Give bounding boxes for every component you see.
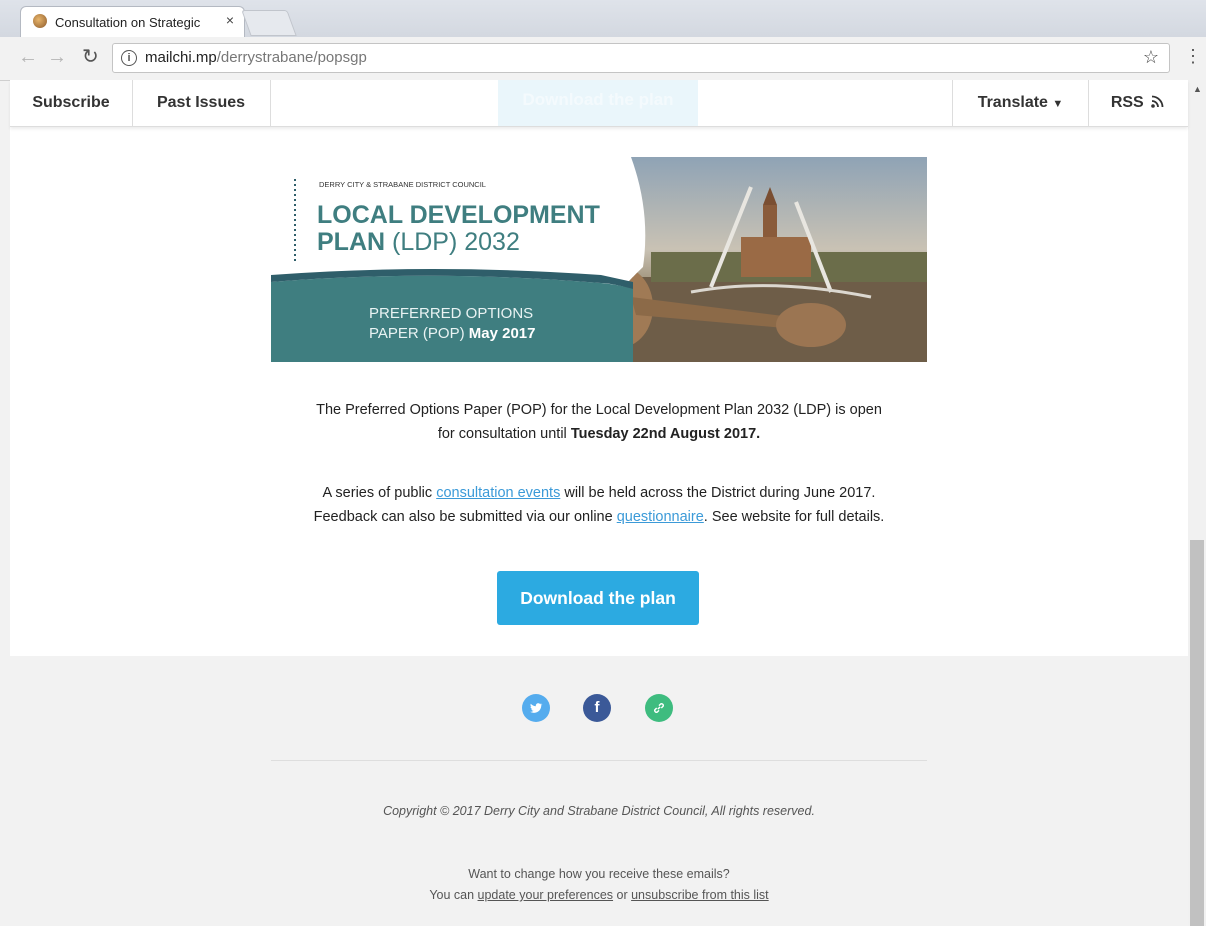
preferences-question: Want to change how you receive these ema… (468, 867, 730, 881)
tab-title: Consultation on Strategic (55, 15, 201, 30)
browser-toolbar: ← → ↻ i mailchi.mp/derrystrabane/popsgp … (0, 37, 1206, 81)
intro-paragraph: The Preferred Options Paper (POP) for th… (10, 398, 1188, 446)
deadline-date: Tuesday 22nd August 2017. (570, 426, 761, 442)
forward-icon[interactable]: → (47, 46, 67, 68)
link-icon[interactable] (645, 694, 673, 722)
events-paragraph: A series of public consultation events w… (10, 481, 1188, 529)
banner-pop-line2: PAPER (POP) May 2017 (369, 325, 535, 342)
reload-icon[interactable]: ↻ (82, 46, 99, 68)
info-icon[interactable]: i (121, 50, 137, 66)
copyright-text: Copyright © 2017 Derry City and Strabane… (383, 804, 815, 818)
para2-text-b: will be held across the District during … (560, 485, 876, 501)
twitter-bird-icon (530, 703, 543, 713)
archive-navbar: Subscribe Past Issues Download the plan … (10, 80, 1188, 127)
caret-down-icon: ▼ (1052, 98, 1064, 110)
tab-close-icon[interactable]: × (226, 12, 234, 28)
download-plan-button[interactable]: Download the plan (497, 571, 699, 625)
ldp-banner-image: DERRY CITY & STRABANE DISTRICT COUNCIL L… (271, 157, 927, 362)
download-button-ghost: Download the plan (498, 80, 698, 126)
chain-link-icon (654, 703, 664, 713)
twitter-icon[interactable] (522, 694, 550, 722)
para2-text-a: A series of public (322, 485, 437, 501)
banner-line2: PLAN (LDP) 2032 (317, 228, 520, 256)
mailchimp-favicon-icon (33, 14, 47, 28)
scrollbar[interactable]: ▲ (1188, 80, 1206, 926)
tab-strip: Consultation on Strategic × (0, 0, 1206, 37)
banner-pop-line1: PREFERRED OPTIONS (369, 305, 533, 322)
email-footer: f Copyright © 2017 Derry City and Straba… (10, 656, 1188, 926)
rss-icon (1151, 95, 1164, 108)
url-host: mailchi.mp (145, 49, 217, 66)
banner-line1: LOCAL DEVELOPMENT (317, 201, 600, 229)
unsubscribe-link[interactable]: unsubscribe from this list (631, 888, 769, 902)
para2-text-c: Feedback can also be submitted via our o… (313, 509, 617, 525)
menu-icon[interactable]: ⋮ (1184, 46, 1202, 67)
rss-label: RSS (1110, 94, 1144, 111)
banner-council: DERRY CITY & STRABANE DISTRICT COUNCIL (319, 180, 486, 189)
url-text[interactable]: mailchi.mp/derrystrabane/popsgp (145, 49, 367, 66)
scroll-up-arrow-icon[interactable]: ▲ (1193, 84, 1202, 94)
browser-tab[interactable]: Consultation on Strategic × (20, 6, 245, 37)
url-path: /derrystrabane/popsgp (216, 49, 367, 66)
consultation-events-link[interactable]: consultation events (436, 485, 560, 501)
footer-divider (271, 760, 927, 761)
email-body: DERRY CITY & STRABANE DISTRICT COUNCIL L… (10, 126, 1188, 656)
questionnaire-link[interactable]: questionnaire (617, 509, 704, 525)
para1-line1: The Preferred Options Paper (POP) for th… (316, 402, 882, 418)
facebook-icon[interactable]: f (583, 694, 611, 722)
para1-line2: for consultation until (437, 426, 571, 442)
rss-link[interactable]: RSS (1087, 80, 1188, 126)
scrollbar-thumb[interactable] (1190, 540, 1204, 926)
update-preferences-link[interactable]: update your preferences (478, 888, 614, 902)
preferences-links: You can update your preferences or unsub… (10, 888, 1188, 902)
translate-label: Translate (977, 94, 1048, 111)
pref-text-a: You can (429, 888, 478, 902)
back-icon[interactable]: ← (18, 46, 38, 68)
star-icon[interactable]: ☆ (1143, 47, 1159, 68)
address-bar[interactable]: i mailchi.mp/derrystrabane/popsgp ☆ (112, 43, 1170, 73)
subscribe-link[interactable]: Subscribe (10, 80, 133, 126)
pref-text-b: or (613, 888, 632, 902)
para2-text-d: . See website for full details. (703, 509, 885, 525)
new-tab-button[interactable] (241, 10, 297, 36)
past-issues-link[interactable]: Past Issues (132, 80, 271, 126)
translate-dropdown[interactable]: Translate ▼ (952, 80, 1089, 126)
